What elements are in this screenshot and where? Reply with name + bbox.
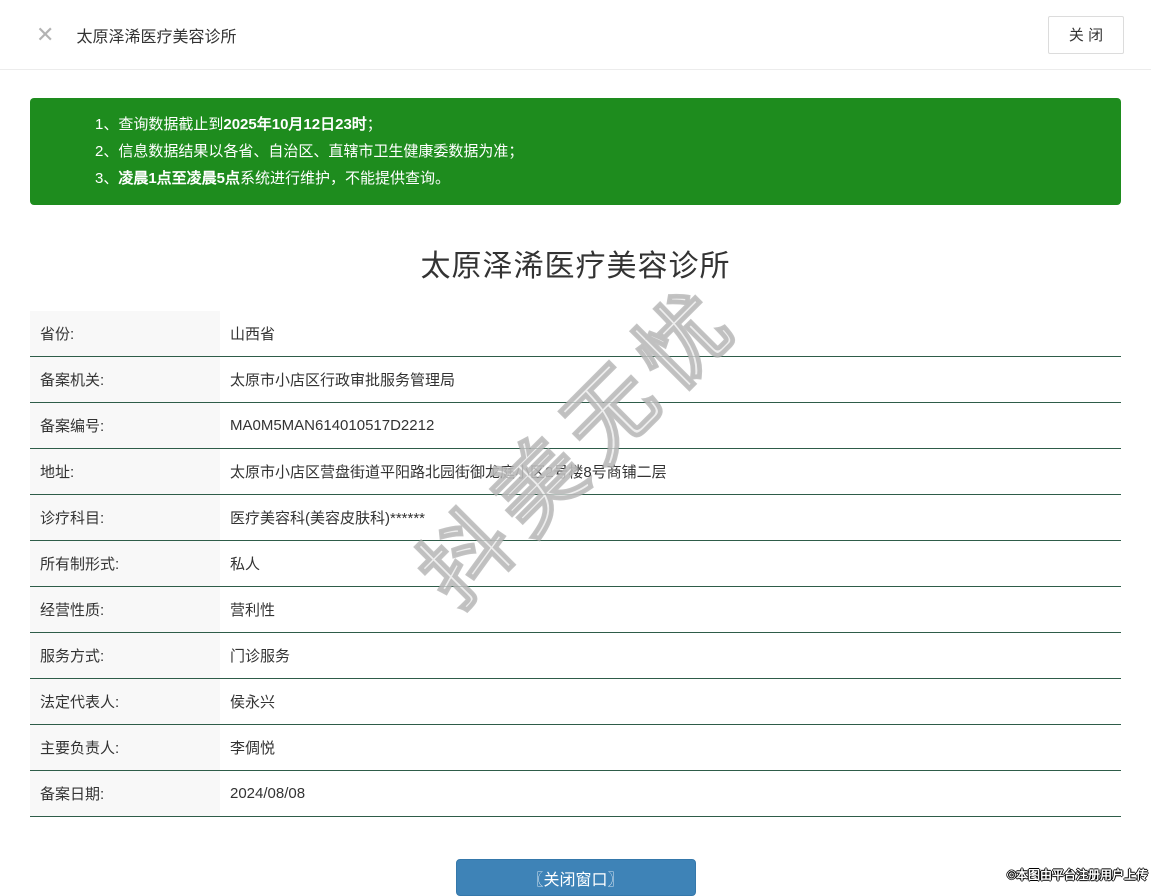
table-row-filing-number: 备案编号: MA0M5MAN614010517D2212	[30, 403, 1121, 449]
notice-text-bold: 凌晨1点至凌晨5点	[118, 170, 241, 187]
row-label: 法定代表人:	[30, 679, 220, 724]
row-label: 备案编号:	[30, 403, 220, 448]
table-row-province: 省份: 山西省	[30, 311, 1121, 357]
notice-box: 1、查询数据截止到2025年10月12日23时； 2、信息数据结果以各省、自治区…	[30, 98, 1121, 205]
notice-line-1: 1、查询数据截止到2025年10月12日23时；	[95, 111, 1101, 138]
notice-text: 查询数据截止到	[118, 116, 224, 133]
row-value: 门诊服务	[230, 648, 291, 665]
row-value: 医疗美容科(美容皮肤科)******	[230, 510, 426, 527]
notice-text: ；	[366, 116, 382, 133]
row-value: 太原市小店区营盘街道平阳路北园街御龙庭小区2号楼8号商铺二层	[230, 464, 667, 481]
row-value: 李倜悦	[230, 740, 276, 757]
table-row-address: 地址: 太原市小店区营盘街道平阳路北园街御龙庭小区2号楼8号商铺二层	[30, 449, 1121, 495]
notice-line-number: 2、	[95, 143, 119, 160]
row-label: 诊疗科目:	[30, 495, 220, 540]
notice-line-number: 3、	[95, 170, 119, 187]
table-row-filing-authority: 备案机关: 太原市小店区行政审批服务管理局	[30, 357, 1121, 403]
row-label: 省份:	[30, 311, 220, 356]
copyright-notice: ©本图由平台注册用户上传	[1007, 868, 1148, 882]
row-value: 营利性	[230, 602, 276, 619]
notice-line-2: 2、信息数据结果以各省、自治区、直辖市卫生健康委数据为准；	[95, 138, 1101, 165]
table-row-legal-representative: 法定代表人: 侯永兴	[30, 679, 1121, 725]
table-row-ownership-form: 所有制形式: 私人	[30, 541, 1121, 587]
table-row-filing-date: 备案日期: 2024/08/08	[30, 771, 1121, 817]
row-value: MA0M5MAN614010517D2212	[230, 417, 435, 434]
info-table: 省份: 山西省 备案机关: 太原市小店区行政审批服务管理局 备案编号: MA0M…	[30, 311, 1121, 817]
row-value: 私人	[230, 556, 261, 573]
notice-text: 系统进行维护，不能提供查询。	[240, 170, 451, 187]
table-row-treatment-subjects: 诊疗科目: 医疗美容科(美容皮肤科)******	[30, 495, 1121, 541]
row-label: 主要负责人:	[30, 725, 220, 770]
close-button[interactable]: 关 闭	[1048, 15, 1124, 54]
row-label: 经营性质:	[30, 587, 220, 632]
row-label: 服务方式:	[30, 633, 220, 678]
row-label: 备案机关:	[30, 357, 220, 402]
row-value: 山西省	[230, 326, 276, 343]
row-label: 备案日期:	[30, 771, 220, 816]
window-title: 太原泽浠医疗美容诊所	[76, 28, 237, 46]
notice-text-bold: 2025年10月12日23时	[223, 116, 367, 133]
close-icon[interactable]: ✕	[36, 23, 54, 46]
row-value: 侯永兴	[230, 694, 276, 711]
row-value: 太原市小店区行政审批服务管理局	[230, 372, 456, 389]
page-title: 太原泽浠医疗美容诊所	[420, 250, 731, 283]
notice-line-3: 3、凌晨1点至凌晨5点系统进行维护，不能提供查询。	[95, 165, 1101, 192]
row-value: 2024/08/08	[230, 785, 306, 802]
top-bar: ✕ 太原泽浠医疗美容诊所 关 闭	[0, 0, 1151, 70]
close-window-button[interactable]: 〖关闭窗口〗	[455, 859, 696, 896]
table-row-principal-person: 主要负责人: 李倜悦	[30, 725, 1121, 771]
notice-text: 信息数据结果以各省、自治区、直辖市卫生健康委数据为准；	[118, 143, 524, 160]
notice-line-number: 1、	[95, 116, 119, 133]
row-label: 地址:	[30, 449, 220, 494]
table-row-service-mode: 服务方式: 门诊服务	[30, 633, 1121, 679]
row-label: 所有制形式:	[30, 541, 220, 586]
table-row-business-nature: 经营性质: 营利性	[30, 587, 1121, 633]
